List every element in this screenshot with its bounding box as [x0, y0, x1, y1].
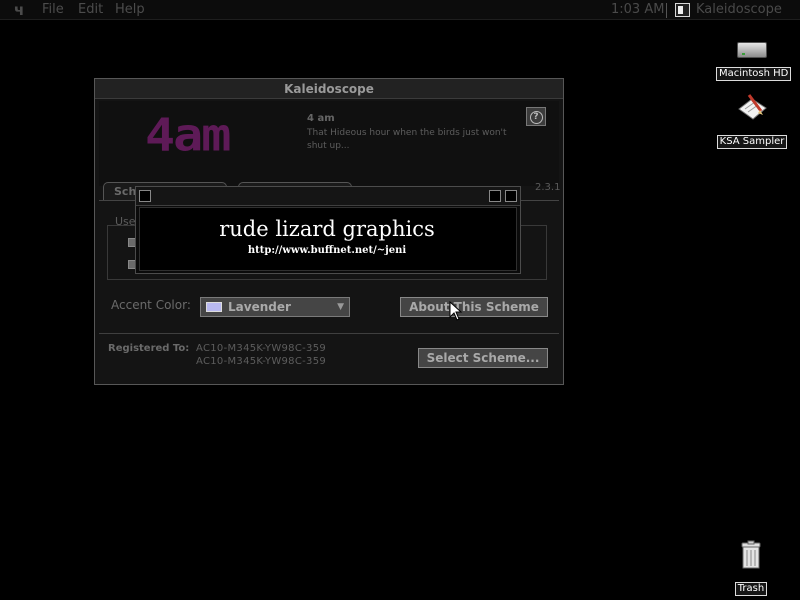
desktop-icon-ksa-sampler[interactable]: KSA Sampler — [716, 91, 788, 149]
zoom-box-icon[interactable] — [489, 190, 501, 202]
accent-color-value: Lavender — [228, 300, 291, 314]
desktop-icon-label: Trash — [734, 582, 768, 596]
scheme-description: That Hideous hour when the birds just wo… — [307, 128, 507, 151]
registration-code: AC10-M345K-YW98C-359 — [196, 356, 327, 367]
splash-title-bar[interactable] — [136, 187, 520, 206]
desktop-icon-label: KSA Sampler — [716, 135, 788, 149]
menu-edit[interactable]: Edit — [78, 2, 103, 17]
scheme-name: 4 am — [307, 113, 335, 124]
splash-title: rude lizard graphics — [219, 217, 435, 241]
trash-can-icon — [741, 540, 761, 569]
splash-url: http://www.buffnet.net/~jeni — [247, 245, 407, 256]
application-menu-label[interactable]: Kaleidoscope — [696, 2, 782, 17]
desktop-icon-trash[interactable]: Trash — [727, 540, 775, 596]
menubar-separator — [666, 3, 667, 18]
desktop-icon-label: Macintosh HD — [716, 67, 792, 81]
splash-body: rude lizard graphics http://www.buffnet.… — [139, 207, 517, 271]
color-swatch-icon — [206, 302, 222, 312]
registered-to-label: Registered To: — [108, 343, 190, 354]
document-pen-icon — [738, 94, 767, 120]
menu-help[interactable]: Help — [115, 2, 145, 17]
accent-color-select[interactable]: Lavender ▼ — [200, 297, 350, 317]
accent-color-label: Accent Color: — [111, 298, 191, 312]
collapse-box-icon[interactable] — [505, 190, 517, 202]
close-box-icon[interactable] — [139, 190, 151, 202]
menu-file[interactable]: File — [42, 2, 64, 17]
menu-bar: ч File Edit Help 1:03 AM Kaleidoscope — [0, 0, 800, 20]
section-divider — [99, 333, 559, 334]
hard-drive-icon — [737, 42, 767, 58]
menubar-clock[interactable]: 1:03 AM — [611, 2, 664, 17]
help-icon: ? — [529, 111, 543, 124]
scheme-logo: 4am — [145, 108, 231, 162]
application-menu-icon[interactable] — [675, 3, 690, 17]
select-scheme-button[interactable]: Select Scheme... — [418, 348, 548, 368]
chevron-down-icon: ▼ — [337, 302, 344, 312]
help-button[interactable]: ? — [526, 107, 546, 126]
mouse-pointer-icon — [449, 301, 463, 321]
splash-window: rude lizard graphics http://www.buffnet.… — [135, 186, 521, 274]
apple-menu-icon[interactable]: ч — [14, 1, 24, 19]
window-title-bar[interactable]: Kaleidoscope — [95, 79, 563, 99]
desktop-icon-macintosh-hd[interactable]: Macintosh HD — [716, 42, 792, 81]
registration-code: AC10-M345K-YW98C-359 — [196, 343, 327, 354]
about-this-scheme-button[interactable]: About This Scheme — [400, 297, 548, 317]
version-label: 2.3.1 — [535, 182, 561, 193]
